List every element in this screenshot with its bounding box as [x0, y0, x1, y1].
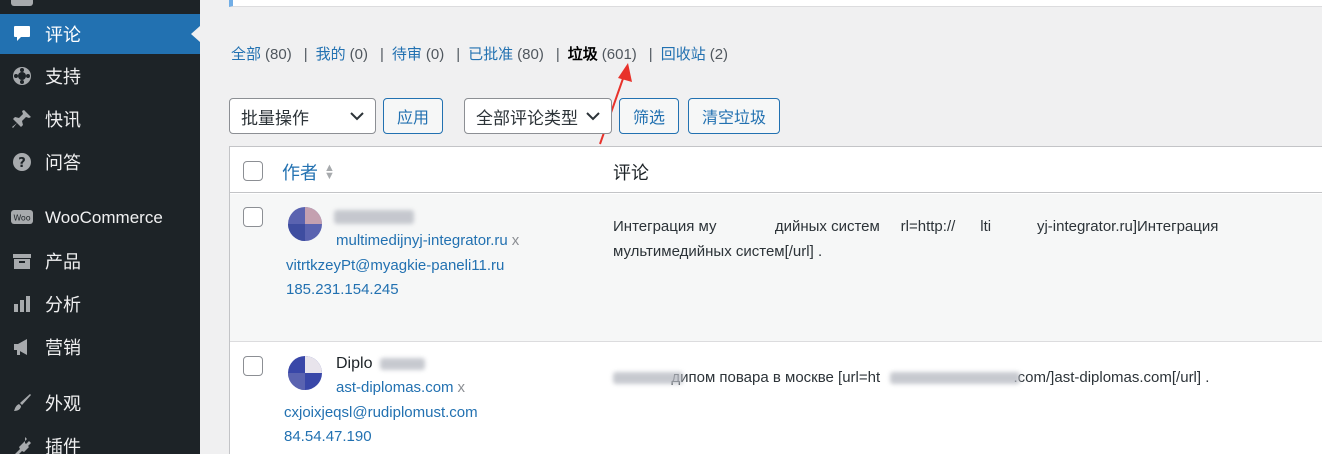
sidebar-item-label: 评论 — [45, 25, 81, 45]
sidebar-item-qa[interactable]: ? 问答 — [0, 142, 200, 182]
sidebar-item-label: WooCommerce — [45, 208, 163, 227]
notice-box — [229, 0, 1322, 7]
author-ip[interactable]: 185.231.154.245 — [286, 281, 399, 298]
bar-chart-icon — [11, 293, 33, 315]
sidebar-item-label: 产品 — [45, 252, 81, 272]
sidebar-item-analytics[interactable]: 分析 — [0, 284, 200, 324]
lifebuoy-icon — [11, 65, 33, 87]
redacted-comment-text — [613, 372, 683, 384]
svg-text:?: ? — [18, 156, 26, 171]
remove-url-icon[interactable]: x — [458, 379, 466, 396]
filter-count: (80) — [517, 46, 544, 63]
sidebar-item-comments[interactable]: 评论 — [0, 14, 200, 54]
author-url[interactable]: multimedijnyj-integrator.ru x — [336, 232, 519, 249]
sidebar-item-label: 问答 — [45, 153, 81, 173]
author-url-text: multimedijnyj-integrator.ru — [336, 232, 508, 249]
plug-icon — [11, 435, 33, 454]
comment-line: Интеграция му дийных систем rl=http:// l… — [613, 218, 1219, 235]
avatar — [288, 207, 322, 241]
filter-button[interactable]: 筛选 — [619, 98, 679, 134]
filter-pending[interactable]: 待审 (0) — [392, 46, 444, 63]
redacted-author-name — [380, 358, 425, 370]
comment-body: Интеграция му дийных систем rl=http:// l… — [613, 214, 1218, 264]
svg-text:Woo: Woo — [13, 214, 30, 223]
separator: | — [555, 46, 560, 63]
filter-trash[interactable]: 回收站 (2) — [661, 46, 728, 63]
table-row: Diplo ast-diplomas.com x cxjoixjeqsl@rudi… — [230, 342, 1322, 454]
row-checkbox[interactable] — [243, 356, 263, 376]
empty-spam-button[interactable]: 清空垃圾 — [688, 98, 780, 134]
table-header: 作者 ▲ ▼ 评论 — [230, 147, 1322, 193]
apply-button[interactable]: 应用 — [383, 98, 443, 134]
filter-all[interactable]: 全部 (80) — [231, 46, 292, 63]
filter-count: (80) — [265, 46, 292, 63]
megaphone-icon — [11, 336, 33, 358]
sidebar-item-label: 营销 — [45, 338, 81, 358]
author-name: Diplo — [336, 355, 373, 372]
speech-bubble-icon — [11, 23, 33, 45]
sidebar-item-label: 分析 — [45, 295, 81, 315]
separator: | — [379, 46, 384, 63]
sidebar-item-label: 快讯 — [45, 110, 81, 130]
comments-table: 作者 ▲ ▼ 评论 multimedijnyj-integrator.ru x vi… — [229, 146, 1322, 454]
column-author-label: 作者 — [282, 163, 318, 183]
select-all-checkbox[interactable] — [243, 161, 263, 181]
filter-label: 待审 — [391, 46, 422, 63]
sidebar-item-label: 外观 — [45, 394, 81, 414]
woo-icon: Woo — [11, 207, 33, 229]
pushpin-icon — [11, 108, 33, 130]
sidebar-item-marketing[interactable]: 营销 — [0, 327, 200, 367]
redacted-author-name — [334, 210, 414, 224]
author-email[interactable]: cxjoixjeqsl@rudiplomust.com — [284, 404, 478, 421]
bulk-action-value: 批量操作 — [241, 108, 309, 128]
remove-url-icon[interactable]: x — [512, 232, 520, 249]
column-comment-header: 评论 — [613, 163, 649, 183]
redacted-comment-text — [890, 372, 1020, 384]
sidebar-item-products[interactable]: 产品 — [0, 241, 200, 281]
sidebar-item-plugins[interactable]: 插件 — [0, 426, 200, 454]
sidebar-item-news[interactable]: 快讯 — [0, 99, 200, 139]
sidebar-item-woocommerce[interactable]: Woo WooCommerce — [0, 198, 200, 238]
column-author-header[interactable]: 作者 ▲ ▼ — [282, 159, 335, 185]
row-checkbox[interactable] — [243, 207, 263, 227]
author-email[interactable]: vitrtkzeyPt@myagkie-paneli11.ru — [286, 257, 504, 274]
dashboard-icon[interactable] — [11, 0, 33, 6]
paintbrush-icon — [11, 392, 33, 414]
comment-line: мультимедийных систем[/url] . — [613, 243, 823, 260]
filter-count: (2) — [709, 46, 729, 63]
filter-approved[interactable]: 已批准 (80) — [468, 46, 544, 63]
archive-box-icon — [11, 250, 33, 272]
question-circle-icon: ? — [11, 151, 33, 173]
filter-label: 已批准 — [468, 46, 514, 63]
chevron-down-icon — [350, 112, 364, 121]
comment-type-select[interactable]: 全部评论类型 — [464, 98, 612, 134]
avatar — [288, 356, 322, 390]
filter-label: 回收站 — [660, 46, 706, 63]
separator: | — [456, 46, 461, 63]
filter-count: (0) — [425, 46, 445, 63]
admin-sidebar: 评论 支持 快讯 ? 问答 Woo WooCommerce 产品 分析 营销 外… — [0, 0, 200, 454]
filter-label: 全部 — [231, 46, 262, 63]
author-ip[interactable]: 84.54.47.190 — [284, 428, 372, 445]
author-url-text: ast-diplomas.com — [336, 379, 454, 396]
comment-type-value: 全部评论类型 — [476, 108, 578, 128]
sort-icon: ▲ ▼ — [324, 162, 335, 182]
bulk-action-select[interactable]: 批量操作 — [229, 98, 376, 134]
table-row: multimedijnyj-integrator.ru x vitrtkzeyPt… — [230, 194, 1322, 342]
sidebar-item-label: 支持 — [45, 67, 81, 87]
author-url[interactable]: ast-diplomas.com x — [336, 379, 465, 396]
filter-label: 我的 — [315, 46, 346, 63]
sidebar-item-label: 插件 — [45, 437, 81, 454]
chevron-down-icon — [586, 112, 600, 121]
separator: | — [303, 46, 308, 63]
filter-count: (0) — [349, 46, 368, 63]
comment-status-filters: 全部 (80) | 我的 (0) | 待审 (0) | 已批准 (80) | 垃圾 (601) | 回收站 (2… — [231, 43, 728, 64]
sidebar-item-support[interactable]: 支持 — [0, 56, 200, 96]
sidebar-item-appearance[interactable]: 外观 — [0, 383, 200, 423]
filter-mine[interactable]: 我的 (0) — [316, 46, 368, 63]
